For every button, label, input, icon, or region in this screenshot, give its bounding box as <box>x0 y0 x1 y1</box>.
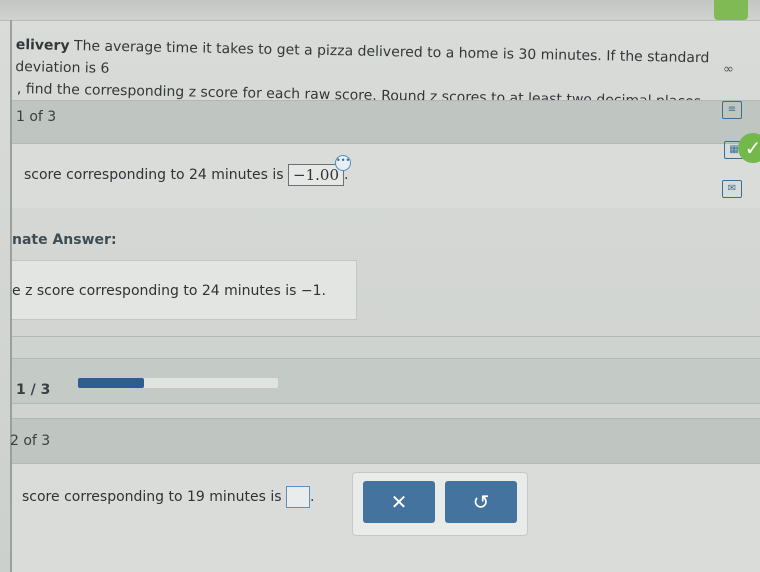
part-2-question-text: score corresponding to 19 minutes is <box>22 489 282 505</box>
part-1-header: 1 of 3 <box>12 100 760 144</box>
problem-text-1: The average time it takes to get a pizza… <box>15 38 710 77</box>
document-icon[interactable]: ≡ <box>722 101 742 119</box>
clear-button[interactable]: ✕ <box>363 481 435 523</box>
part-1-label: 1 of 3 <box>16 109 57 125</box>
undo-button[interactable]: ↺ <box>445 481 517 523</box>
undo-icon: ↺ <box>472 490 490 514</box>
progress-bar <box>78 378 278 388</box>
page: elivery The average time it takes to get… <box>0 0 760 572</box>
infinity-icon[interactable]: ∞ <box>723 62 734 77</box>
alternate-answer-card: e z score corresponding to 24 minutes is… <box>12 260 357 320</box>
progress-label: 1 / 3 <box>16 382 51 398</box>
alternate-answer-text: e z score corresponding to 24 minutes is… <box>12 283 326 299</box>
part-1-answer-row: score corresponding to 24 minutes is −1.… <box>12 144 760 208</box>
part-2-label: 2 of 3 <box>10 433 51 449</box>
part-2-question: score corresponding to 19 minutes is . <box>22 486 315 508</box>
part-1-question-text: score corresponding to 24 minutes is <box>24 167 284 183</box>
part-2-answer-suffix: . <box>310 489 315 505</box>
alternate-answer-title: nate Answer: <box>12 232 117 248</box>
top-right-button[interactable] <box>714 0 748 20</box>
part-1-answer-box[interactable]: −1.00 ••• <box>288 155 352 186</box>
mail-icon[interactable]: ✉ <box>722 180 742 198</box>
part-2-answer-input[interactable] <box>286 486 311 508</box>
close-icon: ✕ <box>390 490 408 514</box>
part-2-header: 2 of 3 <box>10 418 760 464</box>
part-1-answer-value: −1.00 <box>293 166 340 184</box>
part-1-question: score corresponding to 24 minutes is −1.… <box>24 155 352 186</box>
problem-heading: elivery <box>15 36 70 55</box>
progress-fill <box>78 378 144 388</box>
more-options-icon[interactable]: ••• <box>335 155 352 171</box>
answer-actions: ✕ ↺ <box>352 472 528 536</box>
check-icon: ✓ <box>738 133 760 163</box>
top-bar <box>0 0 760 21</box>
section-divider <box>12 336 760 360</box>
